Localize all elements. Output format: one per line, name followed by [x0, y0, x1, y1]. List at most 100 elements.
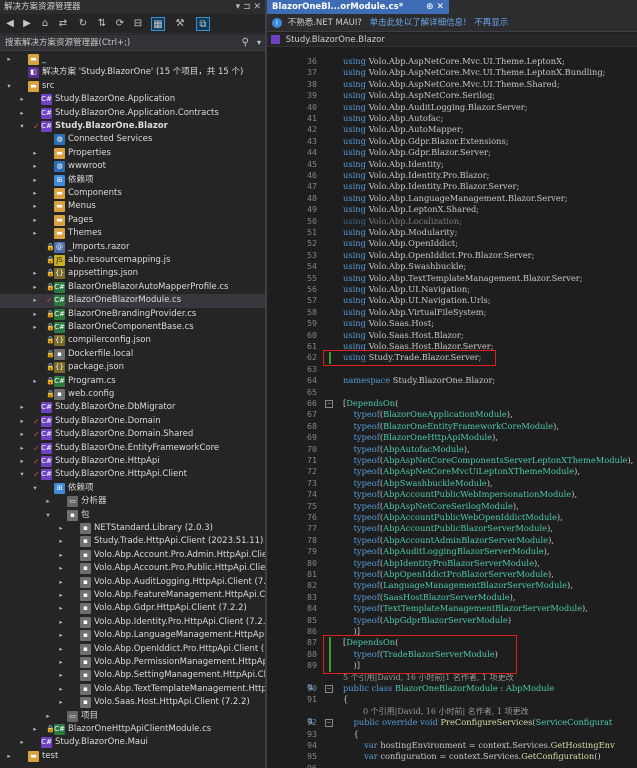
tree-item[interactable]: ▸ ▪ Volo.Abp.SettingManagement.HttpApi.Cli…	[0, 669, 265, 682]
tree-item[interactable]: 🔒{} compilerconfig.json	[0, 334, 265, 347]
code-line[interactable]: typeof(AbpOpenIddictProBlazorServerModul…	[343, 569, 554, 580]
home-icon[interactable]: ⌂	[38, 17, 52, 31]
inheritance-margin-icon[interactable]: ⇅	[307, 683, 314, 692]
chevron-down-icon[interactable]: ▾	[43, 509, 53, 522]
chevron-right-icon[interactable]: ▸	[56, 535, 66, 548]
tree-item[interactable]: ▸ ▭ 项目	[0, 710, 265, 723]
tab-pin-close-controls[interactable]: ⊕ ✕	[426, 0, 444, 14]
code-line[interactable]: var hostingEnvironment = context.Service…	[343, 740, 615, 751]
tree-item[interactable]: ▸ ▪ Volo.Abp.AuditLogging.HttpApi.Client (…	[0, 576, 265, 589]
tree-item[interactable]: ▸ ✓ C# Study.BlazorOne.Domain	[0, 415, 265, 428]
tree-item[interactable]: ▸ 🔒{} appsettings.json	[0, 267, 265, 280]
chevron-right-icon[interactable]: ▸	[30, 174, 40, 187]
tree-item[interactable]: ▸ ▪ Volo.Abp.Identity.Pro.HttpApi.Client (…	[0, 616, 265, 629]
chevron-right-icon[interactable]: ▸	[56, 589, 66, 602]
code-line[interactable]: using Volo.Abp.AspNetCore.Mvc.UI.Theme.L…	[343, 56, 565, 67]
chevron-down-icon[interactable]: ▾	[17, 120, 27, 133]
tree-item[interactable]: ▸ ✓ C# BlazorOneBlazorModule.cs	[0, 294, 265, 308]
tree-item[interactable]: ▸ ▪ NETStandard.Library (2.0.3)	[0, 522, 265, 535]
code-line[interactable]: typeof(AbpAspNetCoreComponentsServerLept…	[343, 455, 634, 466]
tree-item[interactable]: ▸ C# Study.BlazorOne.Application.Contracts	[0, 107, 265, 120]
code-line[interactable]: using Volo.Abp.Gdpr.Blazor.Server;	[343, 147, 491, 158]
codelens-references[interactable]: 0 个引用|David, 16 小时前| 名作者, 1 项更改	[363, 706, 528, 717]
code-line[interactable]: typeof(BlazorOneEntityFrameworkCoreModul…	[343, 421, 559, 432]
chevron-right-icon[interactable]: ▸	[56, 549, 66, 562]
learn-more-link[interactable]: 单击此处以了解详细信息!	[370, 18, 467, 28]
chevron-right-icon[interactable]: ▸	[56, 522, 66, 535]
tree-item[interactable]: ◧ 解决方案 'Study.BlazorOne' (15 个项目，共 15 个)	[0, 66, 265, 79]
code-line[interactable]: typeof(AbpGdprBlazorServerModule)	[343, 615, 512, 626]
tree-item[interactable]: ▸ ▬ test	[0, 750, 265, 763]
code-line[interactable]: using Volo.Abp.AutoMapper;	[343, 124, 464, 135]
chevron-right-icon[interactable]: ▸	[56, 669, 66, 682]
chevron-right-icon[interactable]: ▸	[4, 53, 14, 66]
dont-show-again-link[interactable]: 不再显示	[474, 18, 508, 28]
chevron-right-icon[interactable]: ▸	[17, 93, 27, 106]
chevron-right-icon[interactable]: ▸	[56, 683, 66, 696]
chevron-right-icon[interactable]: ▸	[43, 710, 53, 723]
tree-item[interactable]: ▸ ▪ Volo.Abp.FeatureManagement.HttpApi.Cli	[0, 589, 265, 602]
search-icon[interactable]: ⚲	[242, 35, 249, 51]
preview-selected-icon[interactable]: ⧉	[196, 17, 210, 31]
tree-item[interactable]: ▸ 🔒 C# BlazorOneHttpApiClientModule.cs	[0, 723, 265, 736]
tree-item[interactable]: ▸ ▪ Volo.Abp.Gdpr.HttpApi.Client (7.2.2)	[0, 602, 265, 615]
code-line[interactable]: {	[343, 694, 348, 705]
chevron-right-icon[interactable]: ▸	[30, 321, 40, 334]
code-line[interactable]: public override void PreConfigureService…	[343, 717, 613, 728]
chevron-down-icon[interactable]: ▾	[30, 482, 40, 495]
code-line[interactable]: using Volo.Abp.Autofac;	[343, 113, 443, 124]
tree-item[interactable]: ▸ ▬ Components	[0, 187, 265, 200]
code-line[interactable]: using Volo.Saas.Host.Blazor;	[343, 330, 464, 341]
tree-item[interactable]: ▸ 🔒 C# BlazorOneComponentBase.cs	[0, 321, 265, 334]
chevron-down-icon[interactable]: ▾	[257, 35, 261, 51]
chevron-right-icon[interactable]: ▸	[56, 656, 66, 669]
code-line[interactable]: typeof(BlazorOneHttpApiModule),	[343, 432, 498, 443]
code-line[interactable]: using Volo.Abp.LeptonX.Shared;	[343, 204, 479, 215]
back-icon[interactable]: ◀	[3, 17, 17, 31]
search-input[interactable]: 搜索解决方案资源管理器(Ctrl+;)	[5, 38, 130, 48]
code-line[interactable]: using Volo.Saas.Host;	[343, 318, 434, 329]
code-line[interactable]: using Volo.Abp.UI.Navigation.Urls;	[343, 295, 491, 306]
tree-item[interactable]: ▸ ✓ C# Study.BlazorOne.EntityFrameworkCore	[0, 442, 265, 455]
chevron-right-icon[interactable]: ▸	[30, 281, 40, 294]
chevron-right-icon[interactable]: ▸	[30, 294, 40, 307]
code-line[interactable]: using Volo.Abp.AspNetCore.Serilog;	[343, 90, 495, 101]
tree-item[interactable]: ▸ ▬ Menus	[0, 200, 265, 213]
chevron-right-icon[interactable]: ▸	[4, 750, 14, 763]
chevron-right-icon[interactable]: ▸	[30, 200, 40, 213]
code-line[interactable]: using Volo.Abp.VirtualFileSystem;	[343, 307, 486, 318]
tree-item[interactable]: ▸ ▪ Volo.Abp.OpenIddict.Pro.HttpApi.Client…	[0, 643, 265, 656]
code-line[interactable]: using Volo.Abp.TextTemplateManagement.Bl…	[343, 273, 583, 284]
chevron-right-icon[interactable]: ▸	[17, 415, 27, 428]
tree-item[interactable]: ▸ C# Study.BlazorOne.Maui	[0, 736, 265, 749]
tree-item[interactable]: ▸ ▪ Volo.Abp.Account.Pro.Admin.HttpApi.Cli…	[0, 549, 265, 562]
tree-item[interactable]: ▸ 🔒 C# BlazorOneBrandingProvider.cs	[0, 308, 265, 321]
code-line[interactable]: using Volo.Abp.Swashbuckle;	[343, 261, 466, 272]
chevron-right-icon[interactable]: ▸	[56, 696, 66, 709]
tree-item[interactable]: ▸ C# Study.BlazorOne.Application	[0, 93, 265, 106]
code-line[interactable]: typeof(AbpAspNetCoreSerilogModule),	[343, 501, 519, 512]
code-line[interactable]: using Volo.Abp.Gdpr.Blazor.Extensions;	[343, 136, 509, 147]
chevron-down-icon[interactable]: ▾	[4, 80, 14, 93]
tree-item[interactable]: ▸ ◍ wwwroot	[0, 160, 265, 173]
chevron-right-icon[interactable]: ▸	[17, 442, 27, 455]
tree-item[interactable]: 🔒{} package.json	[0, 361, 265, 374]
chevron-right-icon[interactable]: ▸	[56, 629, 66, 642]
chevron-right-icon[interactable]: ▸	[17, 401, 27, 414]
tree-item[interactable]: ▸ ▪ Volo.Abp.PermissionManagement.HttpApi	[0, 656, 265, 669]
solution-explorer-search[interactable]: 搜索解决方案资源管理器(Ctrl+;) ⚲ ▾	[0, 35, 265, 51]
code-line[interactable]: using Volo.Abp.Localization;	[343, 216, 462, 227]
code-line[interactable]: typeof(AbpAccountPublicWebImpersonationM…	[343, 489, 578, 500]
tree-item[interactable]: ▾ ▬ src	[0, 80, 265, 93]
code-line[interactable]: [DependsOn(	[343, 398, 398, 409]
tree-item[interactable]: ▸ ▪ Volo.Abp.TextTemplateManagement.Http	[0, 683, 265, 696]
tree-item[interactable]: ▸ ▬ Themes	[0, 227, 265, 240]
chevron-right-icon[interactable]: ▸	[56, 576, 66, 589]
chevron-right-icon[interactable]: ▸	[30, 187, 40, 200]
tree-item[interactable]: 🔒 ▪ Dockerfile.local	[0, 348, 265, 361]
sync-icon[interactable]: ⇅	[95, 17, 109, 31]
code-line[interactable]: using Volo.Abp.AspNetCore.Mvc.UI.Theme.L…	[343, 67, 605, 78]
history-icon[interactable]: ↻	[76, 17, 90, 31]
code-line[interactable]: typeof(AbpIdentityProBlazorServerModule)…	[343, 558, 540, 569]
code-line[interactable]: typeof(AbpAccountAdminBlazorServerModule…	[343, 535, 554, 546]
